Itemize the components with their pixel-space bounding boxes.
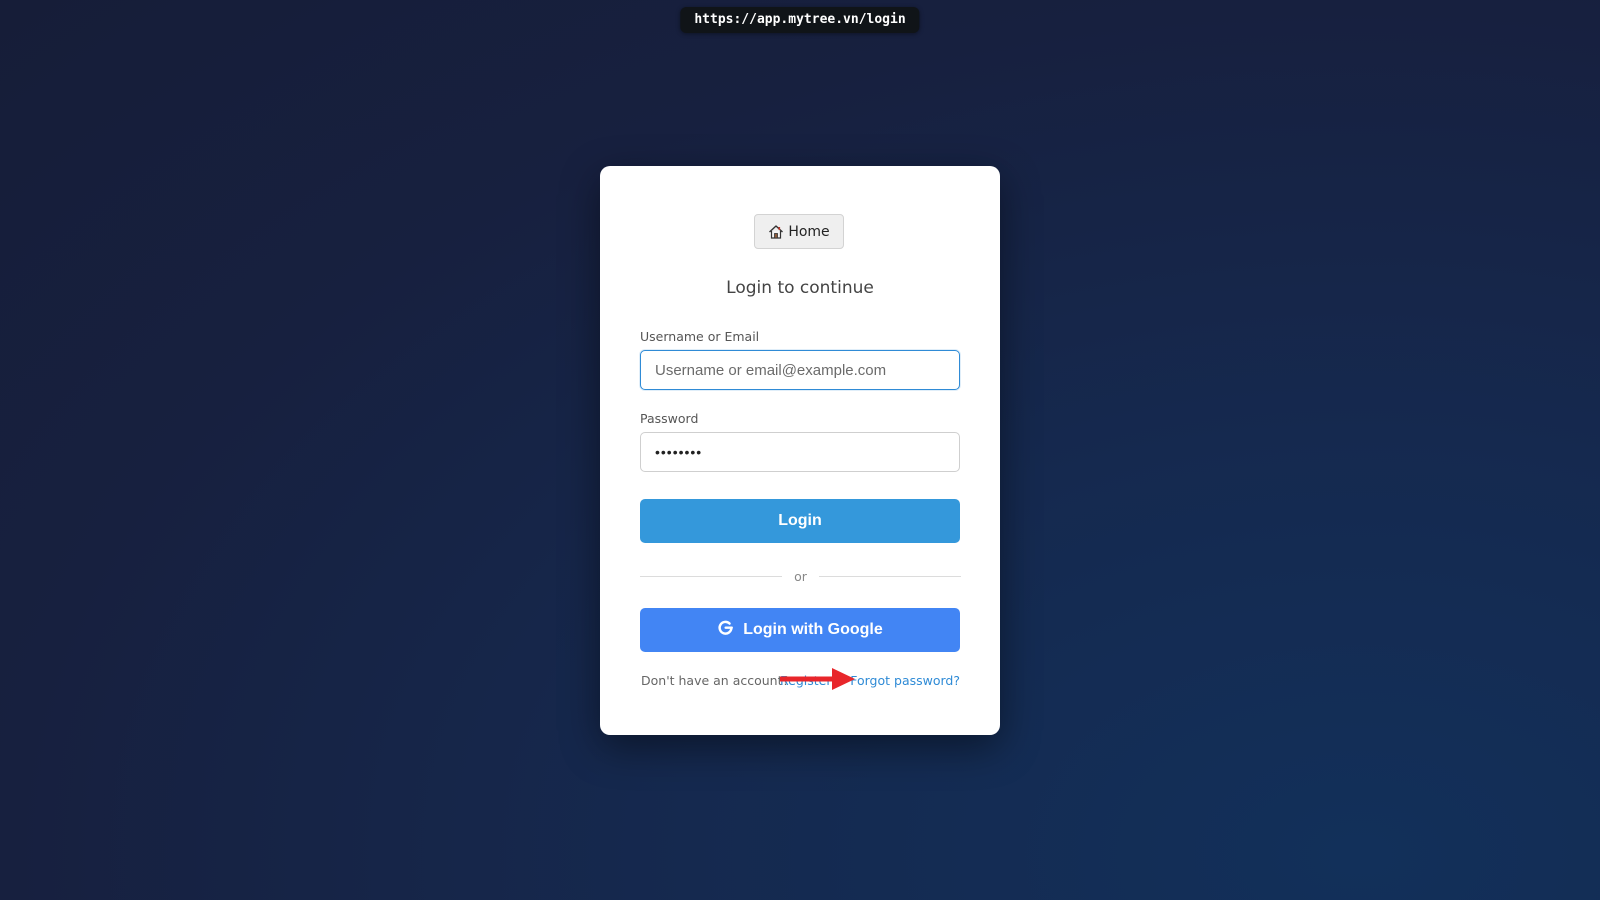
home-button-label: Home: [788, 223, 830, 240]
page-title: Login to continue: [726, 278, 874, 298]
username-label: Username or Email: [640, 329, 760, 344]
no-account-text: Don't have an account?: [641, 673, 790, 688]
login-button[interactable]: Login: [640, 499, 960, 543]
home-icon: [768, 224, 784, 240]
divider-line-left: [640, 575, 783, 577]
footer-links: Don't have an account? Register Forgot p…: [641, 671, 960, 691]
login-card: Home Login to continue Username or Email…: [600, 166, 1000, 735]
google-login-label: Login with Google: [743, 621, 883, 638]
home-button[interactable]: Home: [754, 214, 844, 249]
forgot-password-link[interactable]: Forgot password?: [850, 673, 960, 688]
password-input[interactable]: [640, 432, 960, 472]
password-label: Password: [640, 411, 699, 426]
divider-line-right: [818, 575, 962, 577]
register-link[interactable]: Register: [780, 673, 831, 688]
google-login-button[interactable]: Login with Google: [640, 608, 960, 652]
url-bar: https://app.mytree.vn/login: [680, 7, 920, 33]
username-input[interactable]: [640, 350, 960, 390]
or-divider: or: [640, 566, 962, 586]
google-g-icon: [717, 619, 734, 641]
divider-text: or: [794, 568, 807, 584]
